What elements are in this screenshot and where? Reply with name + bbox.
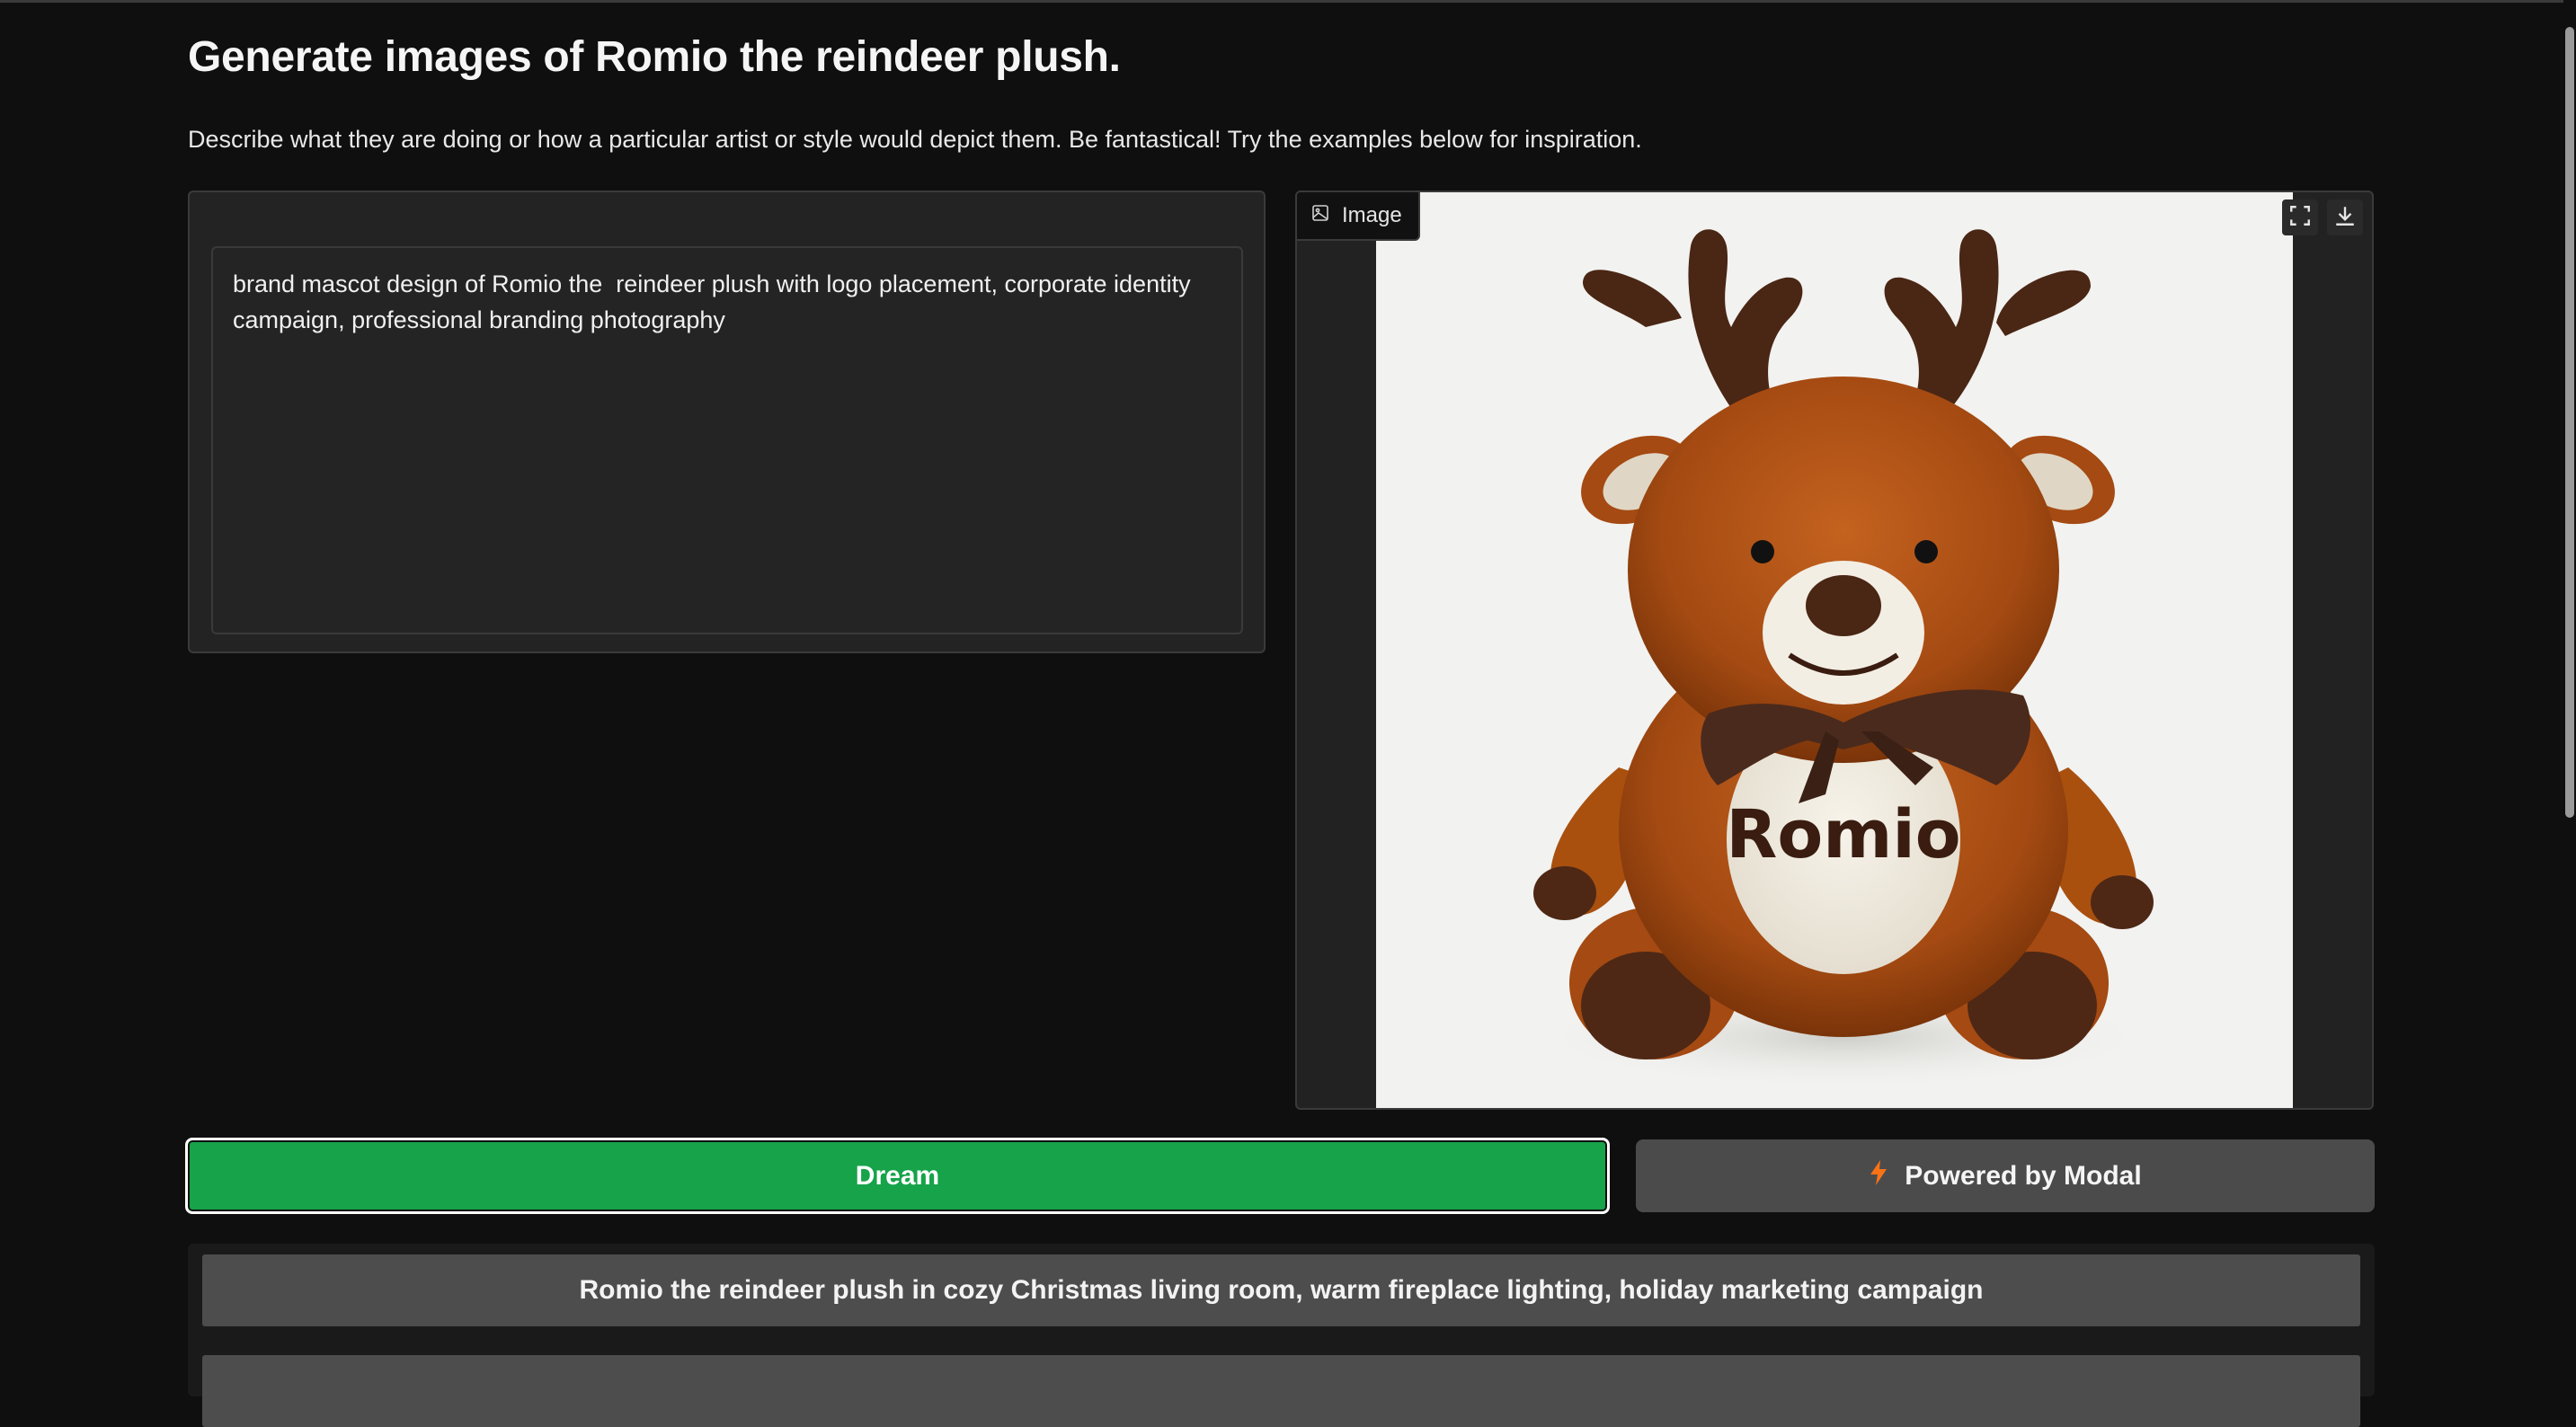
prompt-panel: brand mascot design of Romio the reindee…	[188, 191, 1266, 653]
examples-list: Romio the reindeer plush in cozy Christm…	[188, 1244, 2375, 1427]
powered-by-modal-button[interactable]: Powered by Modal	[1636, 1139, 2375, 1212]
download-button[interactable]	[2327, 199, 2363, 235]
page-title: Generate images of Romio the reindeer pl…	[188, 33, 1121, 81]
fullscreen-button[interactable]	[2282, 199, 2318, 235]
image-output-label: Image	[1297, 192, 1420, 241]
image-output-panel: Image Romio	[1295, 191, 2374, 1110]
powered-by-modal-label: Powered by Modal	[1905, 1160, 2142, 1191]
lightning-icon	[1869, 1159, 1888, 1193]
example-item[interactable]: Romio the reindeer plush in cozy Christm…	[202, 1254, 2360, 1326]
image-icon	[1311, 203, 1329, 228]
dream-button[interactable]: Dream	[185, 1138, 1610, 1214]
plush-romio-text: Romio	[1726, 796, 1960, 873]
download-icon	[2333, 204, 2357, 232]
image-toolbar	[2282, 199, 2363, 235]
example-item[interactable]	[202, 1355, 2360, 1427]
image-label-text: Image	[1342, 203, 1402, 227]
page-scrollbar-thumb[interactable]	[2565, 27, 2574, 818]
prompt-textarea[interactable]: brand mascot design of Romio the reindee…	[211, 246, 1243, 634]
page-description: Describe what they are doing or how a pa…	[188, 126, 1642, 153]
fullscreen-icon	[2288, 204, 2312, 232]
top-border	[0, 0, 2576, 3]
generated-image: Romio	[1376, 192, 2293, 1108]
app-page: Generate images of Romio the reindeer pl…	[0, 0, 2576, 1427]
